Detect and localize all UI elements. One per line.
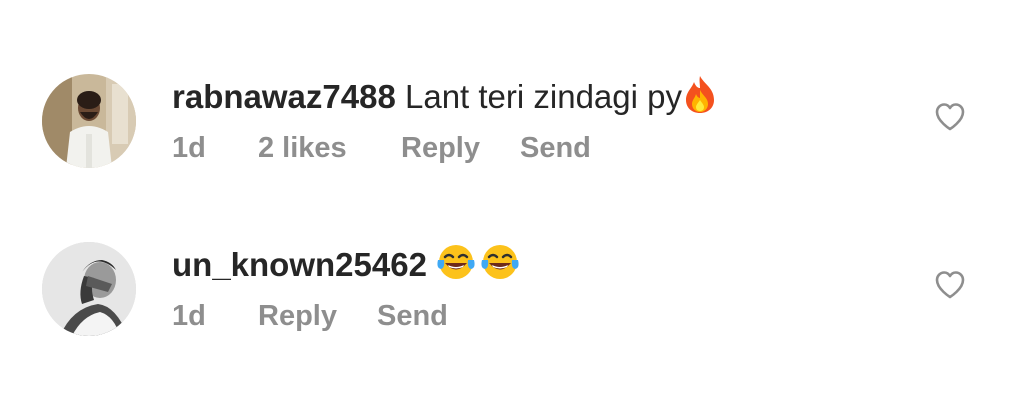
- comment-text-line: rabnawaz7488 Lant teri zindagi py: [172, 74, 718, 123]
- comment-username[interactable]: un_known25462: [172, 246, 427, 283]
- comment-time: 1d: [172, 300, 206, 332]
- comment-body: Lant teri zindagi py: [404, 78, 682, 115]
- comments-list: rabnawaz7488 Lant teri zindagi py 1d 2 l…: [0, 0, 1024, 408]
- heart-outline-icon[interactable]: [934, 102, 966, 132]
- avatar[interactable]: [42, 74, 136, 168]
- likes-count[interactable]: 2 likes: [258, 130, 347, 166]
- face-with-tears-of-joy-emoji: [480, 242, 520, 291]
- send-button[interactable]: Send: [520, 130, 591, 166]
- comment-text-line: un_known25462: [172, 242, 520, 291]
- face-with-tears-of-joy-emoji: [436, 242, 476, 291]
- send-button[interactable]: Send: [377, 298, 448, 334]
- reply-button[interactable]: Reply: [258, 298, 337, 334]
- reply-button[interactable]: Reply: [401, 130, 480, 166]
- heart-outline-icon[interactable]: [934, 270, 966, 300]
- comment-time: 1d: [172, 132, 206, 164]
- comment-username[interactable]: rabnawaz7488: [172, 78, 396, 115]
- fire-emoji: [682, 74, 718, 123]
- avatar[interactable]: [42, 242, 136, 336]
